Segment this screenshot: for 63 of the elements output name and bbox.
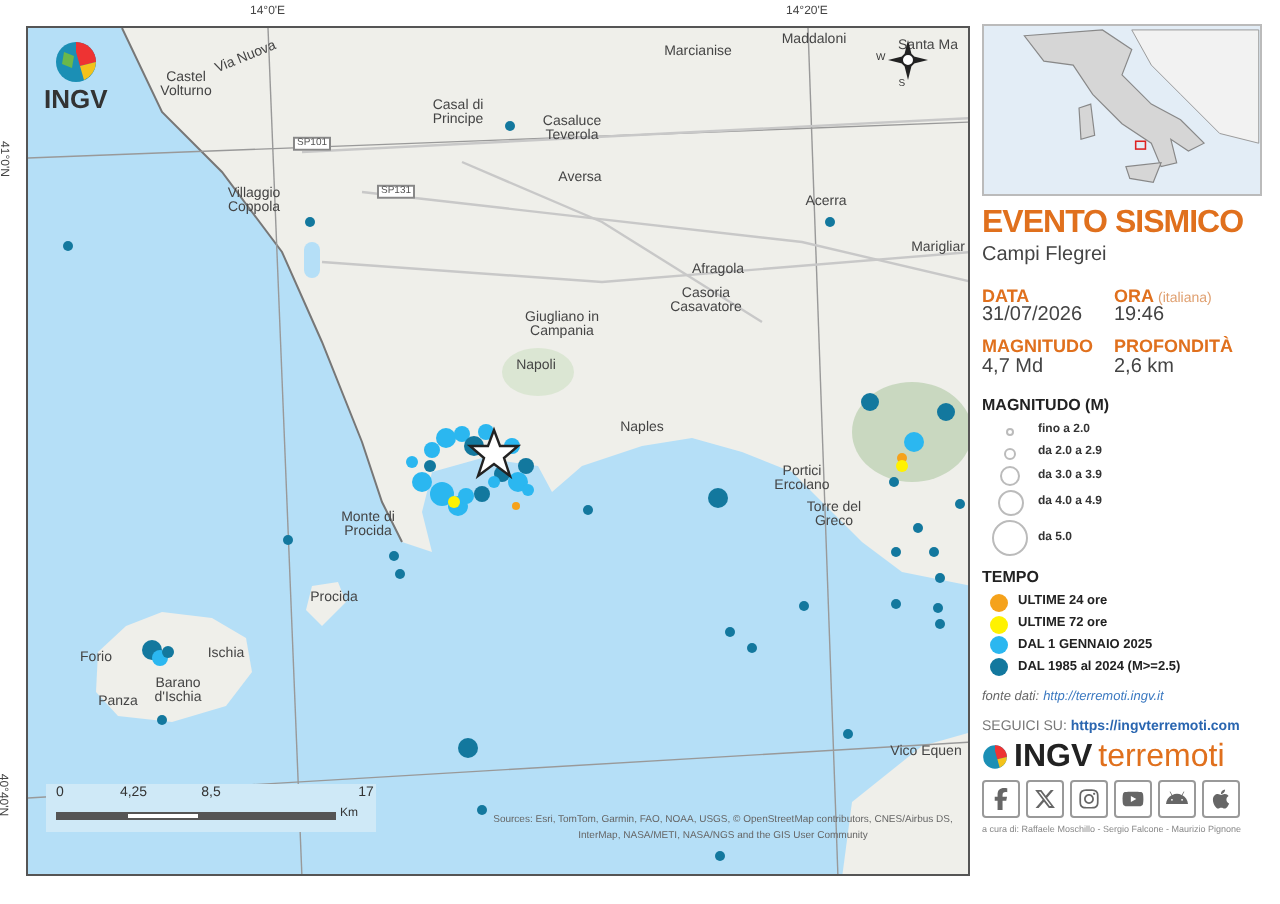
facebook-link[interactable]: [982, 779, 1020, 818]
brand-name: INGV: [1014, 741, 1093, 774]
android-icon: [1166, 787, 1188, 810]
lake-shape: [304, 242, 320, 278]
youtube-icon: [1122, 787, 1144, 810]
legend-title: MAGNITUDO (M): [982, 394, 1112, 419]
event-location: Campi Flegrei: [982, 244, 1109, 269]
earthquake-dot: [935, 619, 945, 629]
earthquake-dot: [283, 535, 293, 545]
epicenter-star-icon: [466, 426, 522, 480]
globe-icon: [982, 744, 1008, 771]
earthquake-dot: [955, 499, 965, 509]
android-link[interactable]: [1158, 779, 1196, 818]
earthquake-dot: [436, 428, 456, 448]
facebook-icon: [990, 787, 1012, 810]
earthquake-dot: [389, 551, 399, 561]
earthquake-dot: [799, 601, 809, 611]
earthquake-dot: [395, 569, 405, 579]
apple-link[interactable]: [1202, 779, 1240, 818]
field-value: 19:46: [1114, 305, 1165, 327]
earthquake-dot: [937, 403, 955, 421]
field-value: 4,7 Md: [982, 357, 1046, 379]
field-value: 31/07/2026: [982, 305, 1085, 327]
earthquake-dot: [512, 502, 520, 510]
earthquake-dot: [715, 851, 725, 861]
youtube-link[interactable]: [1114, 779, 1152, 818]
earthquake-dot: [889, 477, 899, 487]
x-icon: [1034, 787, 1056, 810]
earthquake-dot: [477, 805, 487, 815]
earthquake-dot: [305, 217, 315, 227]
earthquake-dot: [725, 627, 735, 637]
volcano-area: [852, 382, 968, 482]
apple-icon: [1210, 787, 1232, 810]
field-label: DATA: [982, 287, 1030, 305]
legend-title: TEMPO: [982, 566, 1041, 591]
earthquake-dot: [747, 643, 757, 653]
instagram-link[interactable]: [1070, 779, 1108, 818]
field-value: 2,6 km: [1114, 357, 1177, 379]
field-label: MAGNITUDO: [982, 338, 1093, 357]
earthquake-dot: [891, 599, 901, 609]
earthquake-dot: [583, 505, 593, 515]
earthquake-dot: [913, 523, 923, 533]
earthquake-dot: [63, 241, 73, 251]
earthquake-dot: [458, 738, 478, 758]
x-link[interactable]: [1026, 779, 1064, 818]
earthquake-dot: [935, 573, 945, 583]
earthquake-dot: [933, 603, 943, 613]
event-title: EVENTO SISMICO: [982, 204, 1244, 244]
field-label: ORA: [1114, 287, 1154, 306]
brand-suffix: terremoti: [1098, 741, 1225, 774]
earthquake-dot: [406, 456, 418, 468]
earthquake-dot: [843, 729, 853, 739]
globe-icon: [53, 40, 98, 84]
earthquake-dot: [891, 547, 901, 557]
logo-text: INGV: [44, 86, 108, 112]
earthquake-dot: [505, 121, 515, 131]
earthquake-dot: [157, 715, 167, 725]
instagram-icon: [1078, 787, 1100, 810]
earthquake-dot: [825, 217, 835, 227]
earthquake-dot: [708, 488, 728, 508]
earthquake-dot: [861, 393, 879, 411]
field-label: PROFONDITÀ: [1114, 338, 1233, 357]
earthquake-dot: [929, 547, 939, 557]
